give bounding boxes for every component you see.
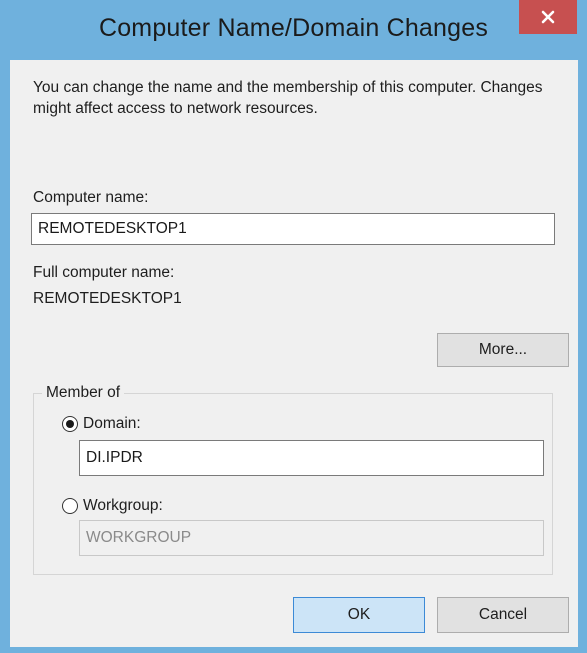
member-of-legend: Member of [42,384,125,402]
close-icon [541,10,555,24]
description-text: You can change the name and the membersh… [33,79,543,117]
domain-radio-label: Domain: [83,415,141,432]
ok-button[interactable]: OK [293,597,425,633]
workgroup-radio-label: Workgroup: [83,497,163,514]
computer-name-input[interactable] [31,213,555,245]
workgroup-input[interactable] [79,520,544,556]
workgroup-radio[interactable]: Workgroup: [62,497,163,515]
window-title: Computer Name/Domain Changes [98,14,489,42]
dialog-body: You can change the name and the membersh… [10,60,578,647]
radio-selected-dot [66,420,74,428]
domain-input[interactable] [79,440,544,476]
full-computer-name-value: REMOTEDESKTOP1 [33,290,182,307]
cancel-button[interactable]: Cancel [437,597,569,633]
close-button[interactable] [519,0,577,34]
dialog-window: Computer Name/Domain Changes You can cha… [0,0,587,653]
full-computer-name-label: Full computer name: [33,264,175,281]
title-bar[interactable]: Computer Name/Domain Changes [0,0,587,60]
domain-radio[interactable]: Domain: [62,415,141,433]
domain-radio-button[interactable] [62,416,78,432]
workgroup-radio-button[interactable] [62,498,78,514]
more-button[interactable]: More... [437,333,569,367]
computer-name-label: Computer name: [33,189,149,206]
